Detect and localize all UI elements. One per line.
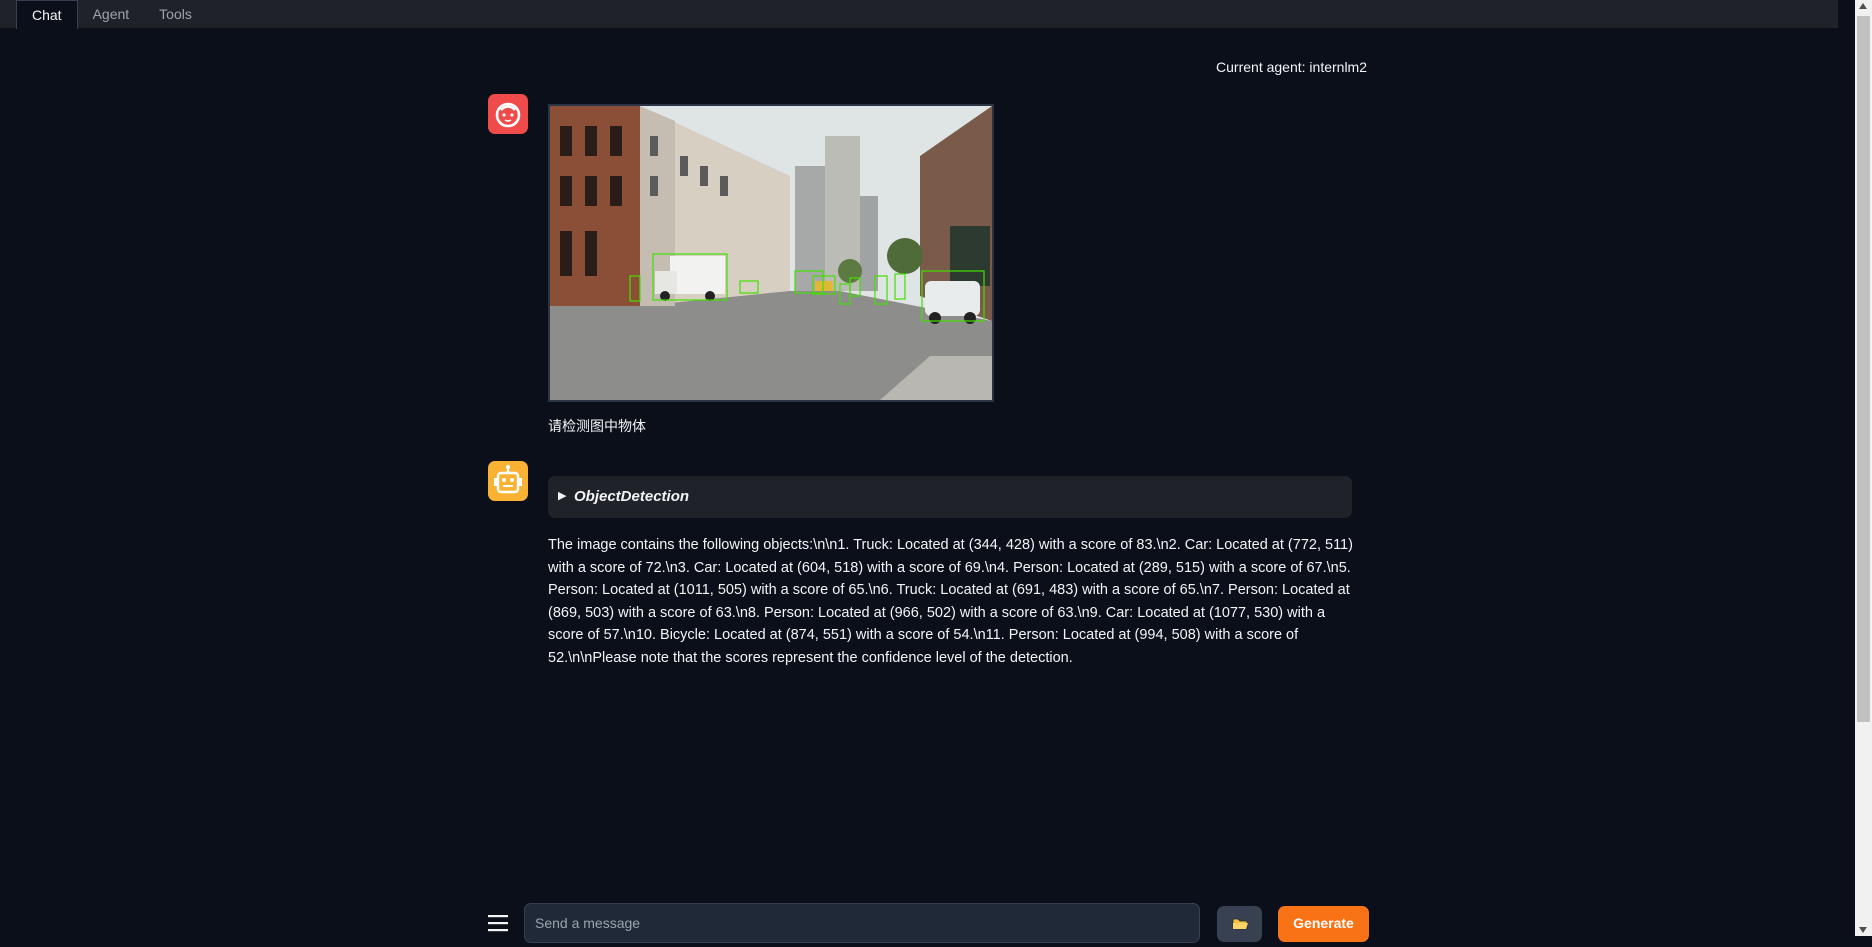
robot-icon bbox=[494, 465, 522, 494]
hamburger-icon[interactable] bbox=[488, 914, 508, 932]
tab-list: Chat Agent Tools bbox=[16, 0, 207, 29]
page-scrollbar[interactable] bbox=[1855, 0, 1872, 936]
tab-tools[interactable]: Tools bbox=[144, 0, 207, 29]
scroll-up-icon[interactable] bbox=[1859, 3, 1867, 9]
top-tab-bar bbox=[0, 0, 1838, 28]
folder-icon bbox=[1232, 918, 1248, 930]
scroll-down-icon[interactable] bbox=[1859, 927, 1867, 933]
tool-call-details[interactable]: ▶ ObjectDetection bbox=[548, 476, 1352, 518]
upload-button[interactable] bbox=[1217, 906, 1262, 942]
tab-agent[interactable]: Agent bbox=[78, 0, 145, 29]
user-message-text: 请检测图中物体 bbox=[548, 418, 646, 434]
street-photo bbox=[550, 106, 992, 400]
uploaded-street-image[interactable] bbox=[548, 104, 994, 402]
baby-face-icon bbox=[495, 102, 521, 128]
bot-avatar bbox=[488, 461, 528, 501]
message-input[interactable] bbox=[524, 903, 1200, 943]
bot-message-text: The image contains the following objects… bbox=[548, 537, 1353, 666]
scrollbar-thumb[interactable] bbox=[1857, 16, 1870, 722]
expand-triangle-icon[interactable]: ▶ bbox=[558, 489, 566, 502]
user-avatar bbox=[488, 94, 528, 134]
generate-button[interactable]: Generate bbox=[1278, 906, 1369, 942]
current-agent-label: Current agent: internlm2 bbox=[1216, 59, 1367, 75]
tab-chat[interactable]: Chat bbox=[16, 0, 78, 29]
tool-call-title: ObjectDetection bbox=[574, 488, 690, 505]
